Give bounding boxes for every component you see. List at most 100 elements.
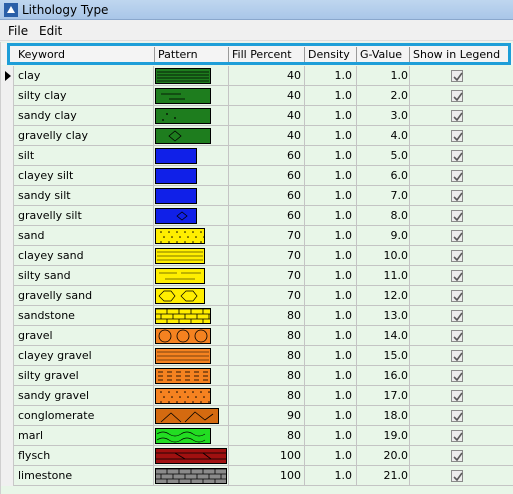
fill-percent-cell[interactable]: 80 [230,346,301,365]
pattern-swatch[interactable] [155,448,227,464]
fill-percent-cell[interactable]: 60 [230,186,301,205]
table-row[interactable]: silty sand 70 1.0 11.0 [14,266,513,286]
fill-percent-cell[interactable]: 40 [230,126,301,145]
pattern-swatch[interactable] [154,308,211,324]
density-cell[interactable]: 1.0 [306,146,353,165]
show-in-legend-checkbox[interactable] [451,270,463,282]
fill-percent-cell[interactable]: 70 [230,226,301,245]
density-cell[interactable]: 1.0 [306,126,353,145]
g-value-cell[interactable]: 4.0 [358,126,409,145]
table-row[interactable]: sand 70 1.0 9.0 [14,226,513,246]
pattern-swatch[interactable] [155,268,205,284]
row-header[interactable] [1,306,14,326]
pattern-swatch[interactable] [155,228,205,244]
row-header[interactable] [1,386,14,406]
row-header[interactable] [1,106,14,126]
fill-percent-cell[interactable]: 40 [230,66,301,85]
pattern-swatch[interactable] [155,148,197,164]
show-in-legend-checkbox[interactable] [451,290,463,302]
row-header[interactable] [1,186,14,206]
fill-percent-cell[interactable]: 60 [230,166,301,185]
table-row[interactable]: clayey silt 60 1.0 6.0 [14,166,513,186]
show-in-legend-checkbox[interactable] [451,210,463,222]
keyword-cell[interactable]: flysch [18,446,152,465]
keyword-cell[interactable]: sandy clay [18,106,152,125]
table-row[interactable]: sandy silt 60 1.0 7.0 [14,186,513,206]
fill-percent-cell[interactable]: 60 [230,146,301,165]
g-value-cell[interactable]: 12.0 [358,286,409,305]
g-value-cell[interactable]: 15.0 [358,346,409,365]
keyword-cell[interactable]: silty gravel [18,366,152,385]
keyword-cell[interactable]: gravelly clay [18,126,152,145]
g-value-cell[interactable]: 17.0 [358,386,409,405]
show-in-legend-checkbox[interactable] [451,470,463,482]
show-in-legend-checkbox[interactable] [451,310,463,322]
table-row[interactable]: silt 60 1.0 5.0 [14,146,513,166]
fill-percent-cell[interactable]: 40 [230,106,301,125]
density-cell[interactable]: 1.0 [306,326,353,345]
pattern-swatch[interactable] [155,188,197,204]
g-value-cell[interactable]: 21.0 [358,466,409,485]
g-value-cell[interactable]: 20.0 [358,446,409,465]
density-cell[interactable]: 1.0 [306,366,353,385]
density-cell[interactable]: 1.0 [306,466,353,485]
row-header[interactable] [1,426,14,446]
table-row[interactable]: gravelly sand 70 1.0 12.0 [14,286,513,306]
show-in-legend-checkbox[interactable] [451,190,463,202]
density-cell[interactable]: 1.0 [306,426,353,445]
g-value-cell[interactable]: 11.0 [358,266,409,285]
density-cell[interactable]: 1.0 [306,406,353,425]
g-value-cell[interactable]: 8.0 [358,206,409,225]
density-cell[interactable]: 1.0 [306,206,353,225]
table-row[interactable]: sandstone 80 1.0 13.0 [14,306,513,326]
pattern-swatch[interactable] [155,88,211,104]
fill-percent-cell[interactable]: 80 [230,426,301,445]
row-header[interactable] [1,446,14,466]
show-in-legend-checkbox[interactable] [451,230,463,242]
row-header[interactable] [1,466,14,486]
row-header[interactable] [1,86,14,106]
fill-percent-cell[interactable]: 70 [230,246,301,265]
density-cell[interactable]: 1.0 [306,386,353,405]
g-value-cell[interactable]: 13.0 [358,306,409,325]
keyword-cell[interactable]: silty sand [18,266,152,285]
g-value-cell[interactable]: 18.0 [358,406,409,425]
table-row[interactable]: silty clay 40 1.0 2.0 [14,86,513,106]
table-row[interactable]: marl 80 1.0 19.0 [14,426,513,446]
density-cell[interactable]: 1.0 [306,166,353,185]
show-in-legend-checkbox[interactable] [451,350,463,362]
keyword-cell[interactable]: conglomerate [18,406,152,425]
density-cell[interactable]: 1.0 [306,286,353,305]
keyword-cell[interactable]: gravelly silt [18,206,152,225]
g-value-cell[interactable]: 19.0 [358,426,409,445]
table-row[interactable]: gravel 80 1.0 14.0 [14,326,513,346]
density-cell[interactable]: 1.0 [306,186,353,205]
show-in-legend-checkbox[interactable] [451,330,463,342]
pattern-swatch[interactable] [155,428,211,444]
table-row[interactable]: clay 40 1.0 1.0 [14,66,513,86]
keyword-cell[interactable]: clayey gravel [18,346,152,365]
table-row[interactable]: clayey gravel 80 1.0 15.0 [14,346,513,366]
g-value-cell[interactable]: 16.0 [358,366,409,385]
show-in-legend-checkbox[interactable] [451,410,463,422]
density-cell[interactable]: 1.0 [306,446,353,465]
table-row[interactable]: silty gravel 80 1.0 16.0 [14,366,513,386]
density-cell[interactable]: 1.0 [306,346,353,365]
show-in-legend-checkbox[interactable] [451,450,463,462]
row-header[interactable] [1,126,14,146]
menu-edit[interactable]: Edit [39,24,62,38]
show-in-legend-checkbox[interactable] [451,90,463,102]
g-value-cell[interactable]: 1.0 [358,66,409,85]
show-in-legend-checkbox[interactable] [451,370,463,382]
keyword-cell[interactable]: clayey silt [18,166,152,185]
keyword-cell[interactable]: limestone [18,466,152,485]
row-header[interactable] [1,226,14,246]
density-cell[interactable]: 1.0 [306,306,353,325]
show-in-legend-checkbox[interactable] [451,430,463,442]
density-cell[interactable]: 1.0 [306,246,353,265]
pattern-swatch[interactable] [155,328,211,344]
pattern-swatch[interactable] [155,288,205,304]
row-header[interactable] [1,326,14,346]
g-value-cell[interactable]: 14.0 [358,326,409,345]
fill-percent-cell[interactable]: 90 [230,406,301,425]
